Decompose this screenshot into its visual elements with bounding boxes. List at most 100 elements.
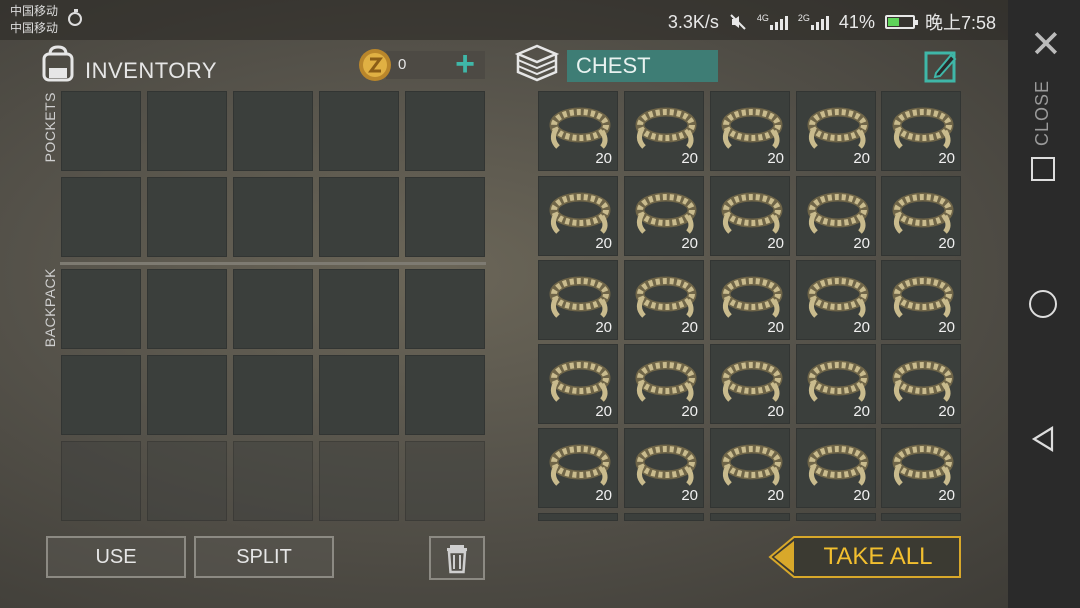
close-icon[interactable]: ✕ [1030, 26, 1062, 64]
chest-slot[interactable]: 20 [538, 91, 618, 171]
item-quantity: 20 [938, 235, 955, 252]
backpack-slot[interactable] [319, 269, 399, 349]
chest-slot[interactable]: 20 [796, 344, 876, 424]
rope-icon [807, 192, 869, 234]
backpack-slot[interactable] [319, 355, 399, 435]
backpack-slot[interactable] [147, 355, 227, 435]
home-button[interactable] [1029, 290, 1057, 318]
chest-slot[interactable]: 20 [796, 176, 876, 256]
item-quantity: 20 [595, 403, 612, 420]
network-type-2: 2G [797, 13, 810, 23]
backpack-slot[interactable] [61, 355, 141, 435]
backpack-slot[interactable] [405, 355, 485, 435]
rope-icon [892, 107, 954, 149]
chest-slot[interactable]: 20 [881, 176, 961, 256]
chest-slot[interactable]: 20 [538, 428, 618, 508]
item-quantity: 20 [767, 235, 784, 252]
chest-slot[interactable]: 20 [881, 91, 961, 171]
rename-chest-button[interactable] [924, 49, 958, 83]
carrier-1: 中国移动 [10, 4, 59, 18]
chest-slot[interactable]: 20 [710, 260, 790, 340]
inventory-title: INVENTORY [85, 58, 218, 83]
network-type-1: 4G [756, 13, 769, 23]
pocket-slot[interactable] [61, 91, 141, 171]
chest-slot[interactable]: 20 [796, 91, 876, 171]
pocket-slot[interactable] [319, 177, 399, 257]
rope-icon [635, 192, 697, 234]
item-quantity: 20 [595, 235, 612, 252]
chest-slot[interactable]: 20 [881, 344, 961, 424]
chest-icon [514, 44, 560, 82]
chest-slot[interactable]: 20 [624, 260, 704, 340]
rope-icon [807, 360, 869, 402]
chest-slot[interactable]: 20 [710, 91, 790, 171]
item-quantity: 20 [938, 487, 955, 504]
add-coins-button[interactable]: + [450, 47, 480, 82]
chest-slot[interactable]: 20 [796, 260, 876, 340]
pocket-slot[interactable] [61, 177, 141, 257]
backpack-slot[interactable] [233, 269, 313, 349]
rope-icon [721, 360, 783, 402]
close-label[interactable]: CLOSE [1032, 80, 1053, 146]
item-quantity: 20 [853, 235, 870, 252]
rope-icon [635, 360, 697, 402]
chest-slot[interactable]: 20 [538, 176, 618, 256]
rope-icon [892, 360, 954, 402]
recent-apps-button[interactable] [1031, 157, 1055, 181]
rope-icon [549, 107, 611, 149]
chest-slot[interactable]: 20 [796, 428, 876, 508]
rope-icon [892, 192, 954, 234]
chest-slot[interactable]: 20 [538, 260, 618, 340]
chest-slot[interactable]: 20 [624, 428, 704, 508]
chest-slot[interactable]: 20 [624, 344, 704, 424]
coin-value: 0 [398, 56, 407, 73]
chest-slot-partial [538, 513, 618, 521]
backpack-slot[interactable] [61, 269, 141, 349]
rope-icon [721, 444, 783, 486]
rope-icon [721, 192, 783, 234]
item-quantity: 20 [595, 150, 612, 167]
stopwatch-icon [68, 9, 82, 26]
backpack-label: BACKPACK [42, 268, 58, 348]
backpack-slot[interactable] [405, 269, 485, 349]
chest-slot[interactable]: 20 [710, 344, 790, 424]
trash-button[interactable] [429, 536, 485, 580]
chest-slot[interactable]: 20 [538, 344, 618, 424]
pocket-slot[interactable] [405, 177, 485, 257]
chest-slot[interactable]: 20 [881, 260, 961, 340]
item-quantity: 20 [853, 487, 870, 504]
pocket-slot[interactable] [319, 91, 399, 171]
chest-slot[interactable]: 20 [624, 91, 704, 171]
pocket-slot[interactable] [147, 91, 227, 171]
item-quantity: 20 [938, 403, 955, 420]
chest-slot[interactable]: 20 [710, 428, 790, 508]
chest-slot-partial [624, 513, 704, 521]
pocket-slot[interactable] [233, 177, 313, 257]
item-quantity: 20 [681, 403, 698, 420]
chest-slot[interactable]: 20 [710, 176, 790, 256]
backpack-slot[interactable] [233, 355, 313, 435]
chest-slot[interactable]: 20 [881, 428, 961, 508]
item-quantity: 20 [681, 319, 698, 336]
rope-icon [892, 276, 954, 318]
pocket-slot[interactable] [147, 177, 227, 257]
backpack-slot[interactable] [147, 269, 227, 349]
item-quantity: 20 [853, 319, 870, 336]
rope-icon [549, 276, 611, 318]
split-button[interactable]: SPLIT [194, 536, 334, 578]
use-button[interactable]: USE [46, 536, 186, 578]
coin-icon [359, 49, 391, 81]
back-button[interactable] [1030, 425, 1056, 453]
battery-percent: 41% [838, 11, 875, 32]
locked-slot [61, 441, 141, 521]
chest-slot[interactable]: 20 [624, 176, 704, 256]
signal-icon [769, 14, 788, 30]
pocket-slot[interactable] [233, 91, 313, 171]
pocket-slot[interactable] [405, 91, 485, 171]
item-quantity: 20 [767, 150, 784, 167]
item-quantity: 20 [938, 319, 955, 336]
pockets-label: POCKETS [42, 92, 58, 163]
rope-icon [635, 276, 697, 318]
take-all-button[interactable]: TAKE ALL [768, 535, 962, 579]
clock: 晚上7:58 [924, 13, 996, 33]
